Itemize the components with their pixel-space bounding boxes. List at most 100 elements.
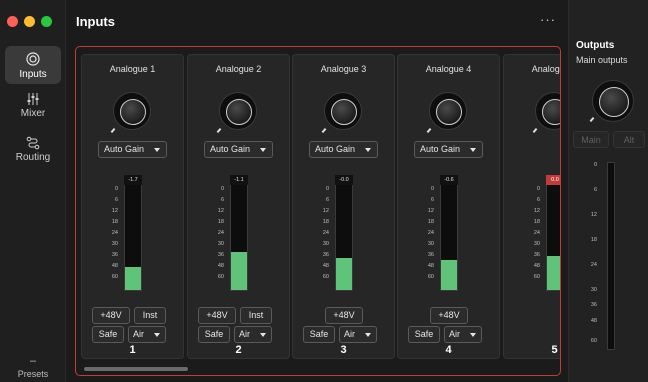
meter-scale-label: 36 (533, 252, 540, 258)
tab-alt[interactable]: Alt (613, 131, 645, 148)
peak-readout[interactable]: -0.0 (335, 175, 353, 185)
phantom-power-button[interactable]: +48V (198, 307, 236, 324)
meter-scale-label: 24 (217, 230, 224, 236)
channel-name: Analogue 5 (531, 64, 560, 74)
horizontal-scrollbar[interactable] (84, 367, 188, 371)
gain-mode-label: Auto Gain (104, 144, 145, 154)
peak-readout[interactable]: -1.1 (230, 175, 248, 185)
meter-scale-label: 0 (430, 186, 434, 192)
meter-scale-label: 18 (533, 219, 540, 225)
gain-mode-dropdown[interactable]: Auto Gain (204, 141, 273, 158)
channel-name: Analogue 2 (215, 64, 262, 74)
main-output-knob[interactable] (592, 80, 634, 122)
meter-scale-label: 18 (322, 219, 329, 225)
gain-mode-dropdown[interactable]: Auto Gain (414, 141, 483, 158)
zoom-window-button[interactable] (41, 16, 52, 27)
minimize-window-button[interactable] (24, 16, 35, 27)
gain-knob[interactable] (535, 92, 560, 130)
presets-label: Presets (17, 369, 49, 379)
chevron-down-icon (470, 148, 476, 152)
sidebar-item-inputs[interactable]: Inputs (5, 46, 61, 84)
gain-knob[interactable] (324, 92, 362, 130)
air-dropdown[interactable]: Air (444, 326, 482, 343)
meter-scale-label: 6 (430, 197, 434, 203)
meter-scale-label: 0 (536, 186, 540, 192)
gain-knob[interactable] (219, 92, 257, 130)
inst-button[interactable]: Inst (240, 307, 272, 324)
peak-readout[interactable]: 0.0 (546, 175, 560, 185)
peak-readout[interactable]: -1.7 (124, 175, 142, 185)
meter-scale-label: 12 (427, 208, 434, 214)
meter-scale-label: 48 (217, 263, 224, 269)
channel-strip: Analogue 1 Auto Gain 0 6 12 18 24 30 36 48 60 -1.7 +… (81, 54, 184, 359)
tab-main[interactable]: Main (573, 131, 609, 148)
chevron-down-icon (260, 148, 266, 152)
meter-scale-label: 48 (533, 263, 540, 269)
level-meter-area: 0 6 12 18 24 30 36 48 60 -1.7 (100, 175, 180, 295)
meter-fill (547, 256, 560, 290)
safe-button[interactable]: Safe (303, 326, 335, 343)
channel-number: 4 (445, 344, 452, 356)
phantom-power-button[interactable]: +48V (325, 307, 363, 324)
close-window-button[interactable] (7, 16, 18, 27)
gain-knob[interactable] (429, 92, 467, 130)
meter-scale-label: 18 (217, 219, 224, 225)
peak-readout[interactable]: -0.6 (440, 175, 458, 185)
meter-scale-label: 6 (114, 197, 118, 203)
output-scale-label: 0 (593, 162, 597, 168)
sidebar-item-routing[interactable]: Routing (5, 134, 61, 166)
meter-scale-label: 60 (427, 274, 434, 280)
inst-button[interactable]: Inst (134, 307, 166, 324)
more-options-button[interactable]: ··· (540, 12, 556, 27)
meter-scale-label: 18 (111, 219, 118, 225)
air-dropdown[interactable]: Air (234, 326, 272, 343)
chevron-down-icon (470, 333, 476, 337)
meter-scale-label: 24 (427, 230, 434, 236)
page-title: Inputs (76, 14, 115, 29)
safe-button[interactable]: Safe (408, 326, 440, 343)
channel-name: Analogue 4 (425, 64, 472, 74)
sidebar-item-mixer[interactable]: Mixer (5, 90, 61, 122)
air-label: Air (449, 329, 460, 339)
meter-scale-label: 48 (322, 263, 329, 269)
meter-scale-label: 36 (111, 252, 118, 258)
meter-scale-label: 12 (533, 208, 540, 214)
phantom-power-button[interactable]: +48V (430, 307, 468, 324)
meter-scale-label: 60 (322, 274, 329, 280)
knob-indicator (589, 116, 595, 123)
meter-scale-label: 60 (533, 274, 540, 280)
meter-scale-label: 12 (111, 208, 118, 214)
meter-scale-label: 12 (217, 208, 224, 214)
gain-mode-dropdown[interactable]: Auto Gain (309, 141, 378, 158)
gain-mode-dropdown[interactable]: Auto Gain (98, 141, 167, 158)
meter-scale-label: 48 (111, 263, 118, 269)
meter-fill (125, 266, 141, 290)
air-dropdown[interactable]: Air (128, 326, 166, 343)
channel-number: 1 (129, 344, 136, 356)
safe-button[interactable]: Safe (198, 326, 230, 343)
air-dropdown[interactable]: Air (339, 326, 377, 343)
channel-strip: Analogue 4 Auto Gain 0 6 12 18 24 30 36 48 60 -0.6 +… (397, 54, 500, 359)
meter-scale-label: 30 (322, 241, 329, 247)
air-label: Air (239, 329, 250, 339)
output-meter (607, 162, 615, 350)
outputs-title: Outputs (576, 40, 615, 51)
level-meter (440, 183, 458, 291)
sidebar-item-label: Inputs (19, 69, 47, 80)
presets-button[interactable]: – Presets (0, 355, 66, 379)
channel-strip: Analogue 2 Auto Gain 0 6 12 18 24 30 36 48 60 -1.1 +… (187, 54, 290, 359)
knob-indicator (216, 127, 222, 134)
level-meter-area: 0 6 12 18 24 30 36 48 60 -0.6 (416, 175, 496, 295)
meter-scale-label: 6 (536, 197, 540, 203)
gain-knob[interactable] (113, 92, 151, 130)
presets-dash: – (29, 355, 37, 367)
meter-scale-label: 36 (217, 252, 224, 258)
air-label: Air (133, 329, 144, 339)
chevron-down-icon (365, 148, 371, 152)
output-scale-label: 48 (590, 318, 597, 324)
phantom-power-button[interactable]: +48V (92, 307, 130, 324)
meter-scale-label: 30 (427, 241, 434, 247)
channel-strip: Analogue 3 Auto Gain 0 6 12 18 24 30 36 48 60 -0.0 +… (292, 54, 395, 359)
safe-button[interactable]: Safe (92, 326, 124, 343)
meter-scale-label: 0 (114, 186, 118, 192)
